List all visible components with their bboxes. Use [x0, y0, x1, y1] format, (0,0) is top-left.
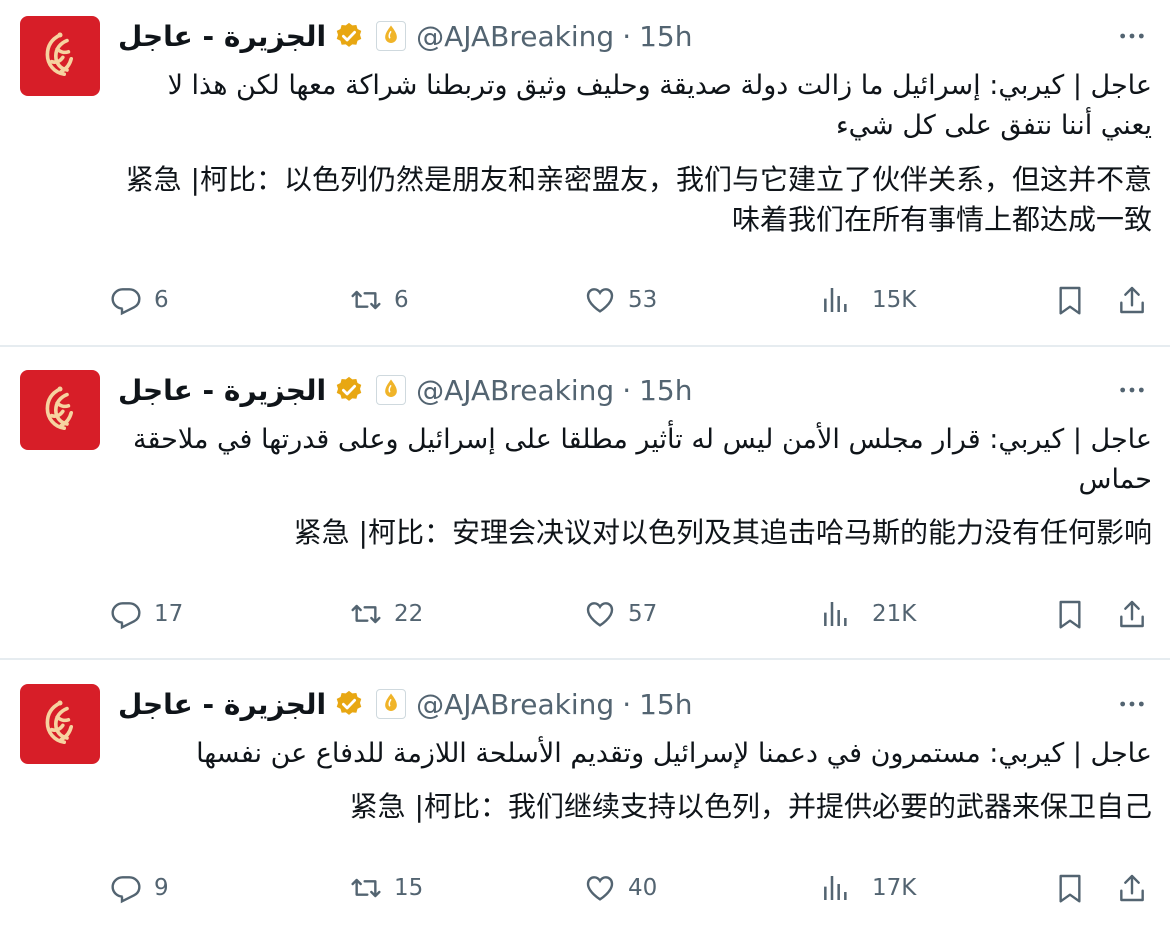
views-button[interactable]: 15K — [820, 280, 916, 320]
tweet-text-chinese: 紧急 |柯比：以色列仍然是朋友和亲密盟友，我们与它建立了伙伴关系，但这并不意味着… — [125, 163, 1152, 236]
retweet-icon — [350, 598, 382, 630]
like-count: 53 — [628, 287, 658, 313]
tweet[interactable]: الجزيرة - عاجل @AJABreaking · 15h عاجل |… — [0, 0, 1170, 345]
more-options-button[interactable] — [1114, 686, 1150, 722]
views-icon — [820, 284, 852, 316]
timestamp[interactable]: 15h — [639, 688, 692, 721]
handle[interactable]: @AJABreaking — [416, 374, 614, 407]
heart-icon — [584, 598, 616, 630]
reply-count: 6 — [154, 287, 169, 313]
tweet[interactable]: الجزيرة - عاجل @AJABreaking · 15h عاجل |… — [0, 347, 1170, 658]
al-jazeera-logo-icon — [32, 382, 88, 438]
retweet-button[interactable]: 15 — [350, 868, 423, 908]
more-icon — [1116, 374, 1148, 406]
affiliation-badge-icon[interactable] — [376, 375, 407, 405]
views-count: 17K — [872, 875, 917, 901]
bookmark-button[interactable] — [1054, 594, 1086, 634]
views-icon — [820, 598, 852, 630]
share-icon — [1116, 284, 1148, 316]
bookmark-button[interactable] — [1054, 868, 1086, 908]
dot-separator: · — [622, 19, 632, 53]
affiliation-badge-icon[interactable] — [376, 689, 407, 719]
reply-icon — [110, 872, 142, 904]
heart-icon — [584, 872, 616, 904]
like-button[interactable]: 57 — [584, 594, 657, 634]
bookmark-button[interactable] — [1054, 280, 1086, 320]
share-icon — [1116, 872, 1148, 904]
bookmark-icon — [1054, 284, 1086, 316]
like-count: 40 — [628, 875, 658, 901]
retweet-count: 22 — [394, 601, 424, 627]
views-icon — [820, 872, 852, 904]
dot-separator: · — [622, 687, 632, 721]
bookmark-icon — [1054, 598, 1086, 630]
tweet-text-chinese: 紧急 |柯比：我们继续支持以色列，并提供必要的武器来保卫自己 — [349, 790, 1152, 823]
reply-button[interactable]: 17 — [110, 594, 183, 634]
retweet-icon — [350, 872, 382, 904]
retweet-count: 15 — [394, 875, 424, 901]
retweet-count: 6 — [394, 287, 409, 313]
tweet-text-arabic: عاجل | كيربي: إسرائيل ما زالت دولة صديقة… — [167, 70, 1152, 141]
reply-count: 17 — [154, 601, 184, 627]
tweet-text-arabic: عاجل | كيربي: قرار مجلس الأمن ليس له تأث… — [133, 424, 1152, 495]
action-bar: 17 22 57 21K — [110, 594, 1150, 634]
reply-button[interactable]: 9 — [110, 868, 169, 908]
views-count: 15K — [872, 287, 917, 313]
reply-count: 9 — [154, 875, 169, 901]
affiliation-badge-icon[interactable] — [376, 21, 407, 51]
display-name[interactable]: الجزيرة - عاجل — [118, 20, 326, 53]
action-bar: 9 15 40 17K — [110, 868, 1150, 908]
tweet-header: الجزيرة - عاجل @AJABreaking · 15h — [118, 370, 1130, 410]
verified-badge-icon — [334, 375, 364, 405]
avatar[interactable] — [20, 684, 100, 764]
display-name[interactable]: الجزيرة - عاجل — [118, 688, 326, 721]
share-button[interactable] — [1116, 868, 1148, 908]
heart-icon — [584, 284, 616, 316]
al-jazeera-logo-icon — [32, 28, 88, 84]
verified-badge-icon — [334, 21, 364, 51]
share-button[interactable] — [1116, 594, 1148, 634]
action-bar: 6 6 53 15K — [110, 280, 1150, 320]
timestamp[interactable]: 15h — [639, 20, 692, 53]
retweet-button[interactable]: 22 — [350, 594, 423, 634]
reply-button[interactable]: 6 — [110, 280, 169, 320]
handle[interactable]: @AJABreaking — [416, 688, 614, 721]
more-options-button[interactable] — [1114, 18, 1150, 54]
avatar[interactable] — [20, 16, 100, 96]
tweet-header: الجزيرة - عاجل @AJABreaking · 15h — [118, 16, 1130, 56]
views-button[interactable]: 17K — [820, 868, 916, 908]
timestamp[interactable]: 15h — [639, 374, 692, 407]
verified-badge-icon — [334, 689, 364, 719]
reply-icon — [110, 284, 142, 316]
bookmark-icon — [1054, 872, 1086, 904]
handle[interactable]: @AJABreaking — [416, 20, 614, 53]
dot-separator: · — [622, 373, 632, 407]
tweet-header: الجزيرة - عاجل @AJABreaking · 15h — [118, 684, 1130, 724]
al-jazeera-logo-icon — [32, 696, 88, 752]
avatar[interactable] — [20, 370, 100, 450]
tweet-text-arabic: عاجل | كيربي: مستمرون في دعمنا لإسرائيل … — [196, 738, 1152, 769]
share-icon — [1116, 598, 1148, 630]
like-button[interactable]: 40 — [584, 868, 657, 908]
like-button[interactable]: 53 — [584, 280, 657, 320]
tweet[interactable]: الجزيرة - عاجل @AJABreaking · 15h عاجل |… — [0, 660, 1170, 932]
display-name[interactable]: الجزيرة - عاجل — [118, 374, 326, 407]
retweet-icon — [350, 284, 382, 316]
views-count: 21K — [872, 601, 917, 627]
views-button[interactable]: 21K — [820, 594, 916, 634]
more-icon — [1116, 688, 1148, 720]
more-icon — [1116, 20, 1148, 52]
reply-icon — [110, 598, 142, 630]
tweet-text-chinese: 紧急 |柯比：安理会决议对以色列及其追击哈马斯的能力没有任何影响 — [293, 516, 1152, 549]
like-count: 57 — [628, 601, 658, 627]
more-options-button[interactable] — [1114, 372, 1150, 408]
retweet-button[interactable]: 6 — [350, 280, 409, 320]
share-button[interactable] — [1116, 280, 1148, 320]
